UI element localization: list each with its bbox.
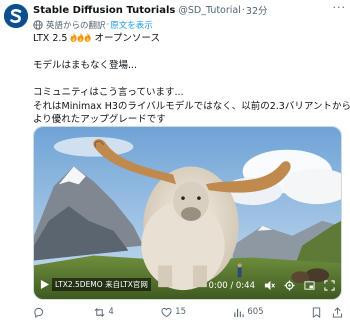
video-thumbnail <box>34 127 341 299</box>
author-handle[interactable]: @SD_Tutorial <box>178 5 241 16</box>
avatar[interactable] <box>4 4 28 28</box>
post-text: LTX 2.5 オープンソース モデルはまもなく登場... コミュニティはこう言… <box>33 32 350 127</box>
author-name[interactable]: Stable Diffusion Tutorials <box>33 5 175 16</box>
more-options-icon[interactable]: ··· <box>333 1 347 14</box>
heart-icon <box>161 307 172 317</box>
views-button[interactable]: 605 <box>233 307 264 318</box>
post-line-4: それはMinimax H3のライバルモデルではなく、以前の2.3バリアントからの <box>33 100 350 112</box>
picture-in-picture-icon[interactable] <box>304 280 315 291</box>
video-caption-text: LTX2.5DEMO 来自LTX官网 <box>52 278 151 291</box>
share-actions <box>311 306 343 318</box>
fullscreen-icon[interactable] <box>324 280 335 291</box>
volume-muted-icon[interactable] <box>264 280 275 291</box>
retweet-icon <box>94 307 105 317</box>
translation-notice: 英語からの翻訳 · 原文を表示 <box>33 18 153 32</box>
bookmark-icon[interactable] <box>311 306 322 318</box>
show-original-link[interactable]: 原文を表示 <box>110 19 153 31</box>
post-line-1-suffix: オープンソース <box>94 33 160 44</box>
post-line-1-title: LTX 2.5 <box>33 33 68 44</box>
translation-label: 英語からの翻訳 <box>46 21 106 31</box>
action-bar: 4 15 605 <box>33 305 343 319</box>
video-player[interactable]: LTX2.5DEMO 来自LTX官网 0:00 / 0:44 <box>33 126 342 300</box>
like-button[interactable]: 15 <box>161 307 186 318</box>
video-caption: LTX2.5DEMO 来自LTX官网 <box>40 278 151 291</box>
fire-emoji-icon <box>85 33 92 42</box>
video-timestamp: 0:00 / 0:44 <box>208 280 255 291</box>
video-controls: 0:00 / 0:44 <box>209 280 335 291</box>
like-count: 15 <box>175 307 186 317</box>
post-header: Stable Diffusion Tutorials @SD_Tutorial … <box>33 2 346 18</box>
stable-diffusion-logo-icon <box>4 4 28 28</box>
post-timestamp[interactable]: 32分 <box>246 3 268 17</box>
reply-icon <box>34 307 44 318</box>
separator-dot: · <box>241 4 245 16</box>
settings-gear-icon[interactable] <box>284 280 295 291</box>
play-icon[interactable] <box>40 280 49 289</box>
fire-emoji-icon <box>71 33 78 42</box>
fire-emoji-icon <box>78 33 85 42</box>
views-chart-icon <box>234 308 245 317</box>
post-line-5: より優れたアップグレードです <box>33 114 166 125</box>
retweet-count: 4 <box>108 307 114 317</box>
retweet-button[interactable]: 4 <box>94 307 114 318</box>
post-line-2: モデルはまもなく登場... <box>33 60 138 71</box>
reply-button[interactable] <box>33 307 47 318</box>
post-line-1: LTX 2.5 オープンソース <box>33 32 344 46</box>
translate-icon <box>33 20 43 30</box>
post-line-3: コミュニティはこう言っています... <box>33 87 184 98</box>
share-icon[interactable] <box>332 306 343 318</box>
translation-separator: · <box>106 20 110 30</box>
views-count: 605 <box>247 307 264 317</box>
